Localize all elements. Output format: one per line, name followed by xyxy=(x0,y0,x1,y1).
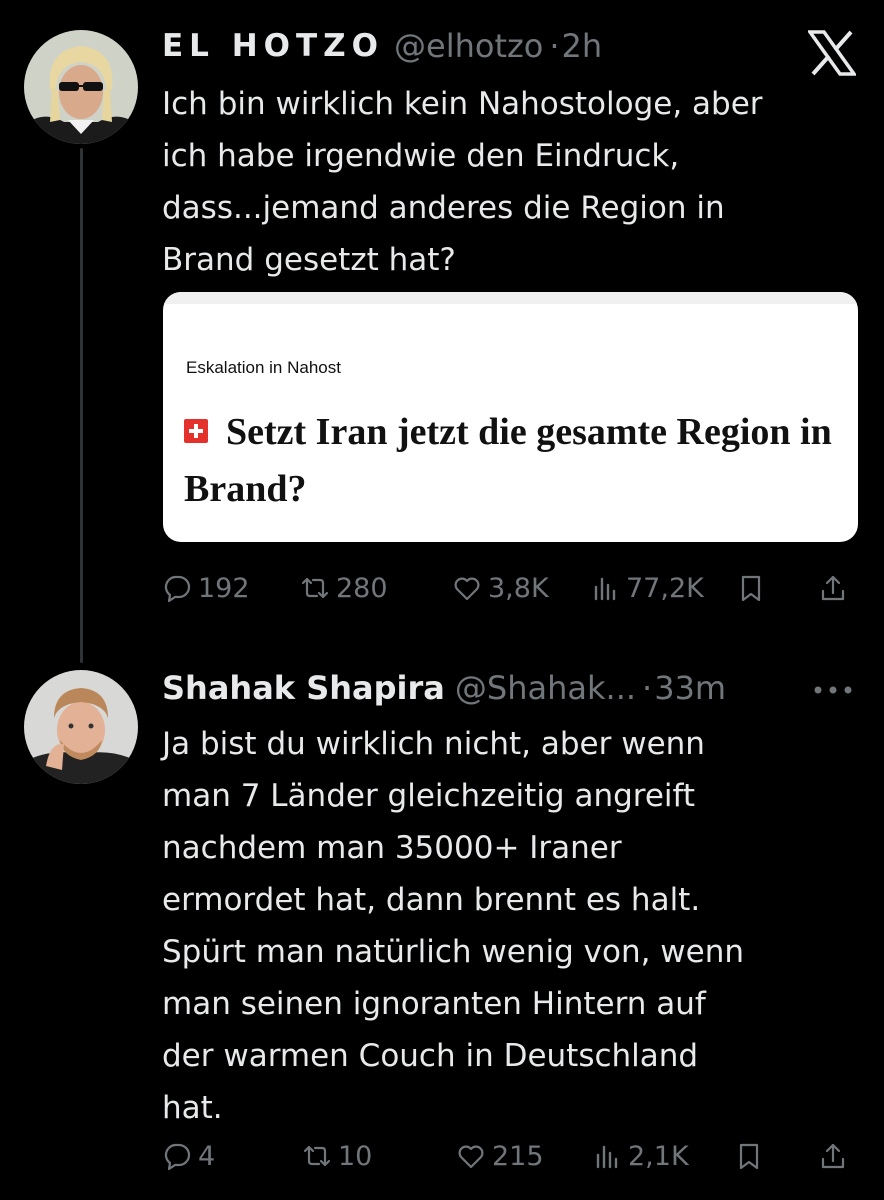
action-bar: 4 10 215 2,1K xyxy=(162,1136,862,1176)
repost-icon xyxy=(303,1145,331,1167)
tweet-header: Shahak Shapira @Shahak... · 33m xyxy=(162,666,726,710)
tweet-text-line: nachdem man 35000+ Iraner xyxy=(162,830,622,866)
tweet-text-line: Ja bist du wirklich nicht, aber wenn xyxy=(162,726,705,762)
repost-button[interactable]: 10 xyxy=(302,1136,372,1176)
bookmark-icon xyxy=(739,1143,759,1170)
timestamp[interactable]: 33m xyxy=(654,669,726,707)
bookmark-button[interactable] xyxy=(734,1136,770,1176)
tweet-text-line: man 7 Länder gleichzeitig angreift xyxy=(162,778,696,814)
tweet-text: Ja bist du wirklich nicht, aber wenn man… xyxy=(162,718,852,1134)
like-button[interactable]: 215 xyxy=(456,1136,544,1176)
share-icon xyxy=(821,1143,845,1169)
tweet-text-line: man seinen ignoranten Hintern auf xyxy=(162,986,706,1022)
like-count: 215 xyxy=(492,1140,544,1172)
display-name[interactable]: Shahak Shapira xyxy=(162,669,445,707)
handle[interactable]: @Shahak... xyxy=(455,669,636,707)
repost-count: 10 xyxy=(338,1140,373,1172)
tweet-text-line: hat. xyxy=(162,1090,223,1126)
tweet-text-line: ermordet hat, dann brennt es halt. xyxy=(162,882,701,918)
tweet-text-line: der warmen Couch in Deutschland xyxy=(162,1038,699,1074)
views-button[interactable]: 2,1K xyxy=(592,1136,689,1176)
tweet-text-line: Spürt man natürlich wenig von, wenn xyxy=(162,934,745,970)
separator: · xyxy=(642,669,653,707)
reply-count: 4 xyxy=(198,1140,216,1172)
reply-icon xyxy=(164,1143,191,1171)
views-count: 2,1K xyxy=(628,1140,689,1172)
reply-button[interactable]: 4 xyxy=(162,1136,215,1176)
views-icon xyxy=(596,1145,618,1169)
heart-icon xyxy=(458,1145,484,1169)
share-button[interactable] xyxy=(818,1136,854,1176)
tweet-shahak[interactable]: Shahak Shapira @Shahak... · 33m Ja bist … xyxy=(0,0,884,1200)
more-icon[interactable] xyxy=(810,680,856,700)
